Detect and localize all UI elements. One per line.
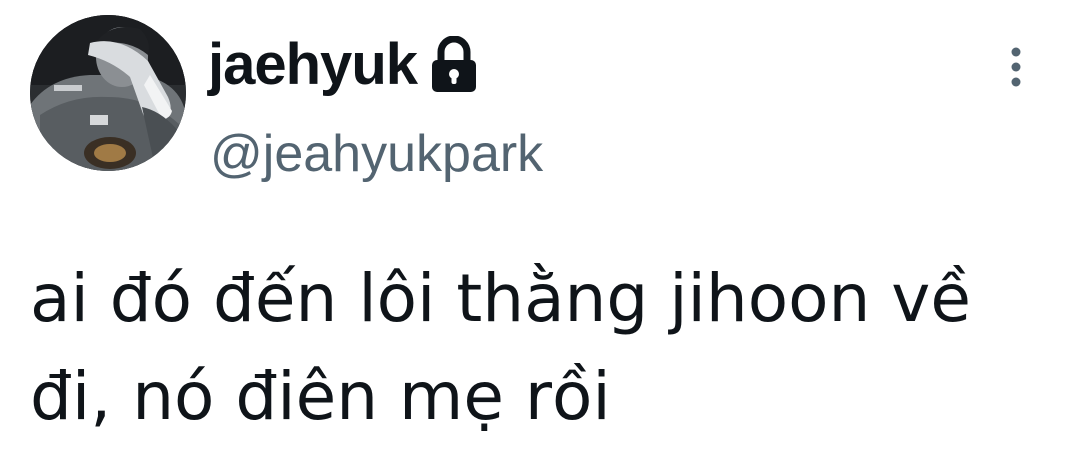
tweet-card[interactable]: jaehyuk @jeahyukpark ai đó đến lôi thằng… [0,0,1080,449]
more-options-icon[interactable] [1004,46,1028,88]
tweet-text: ai đó đến lôi thằng jihoon về đi, nó điê… [30,260,971,435]
display-name[interactable]: jaehyuk [208,36,418,94]
avatar-image [30,15,186,171]
author-name-row: jaehyuk [208,30,479,100]
lock-icon [429,35,479,94]
author-handle[interactable]: @jeahyukpark [210,128,543,180]
avatar[interactable] [30,15,186,171]
